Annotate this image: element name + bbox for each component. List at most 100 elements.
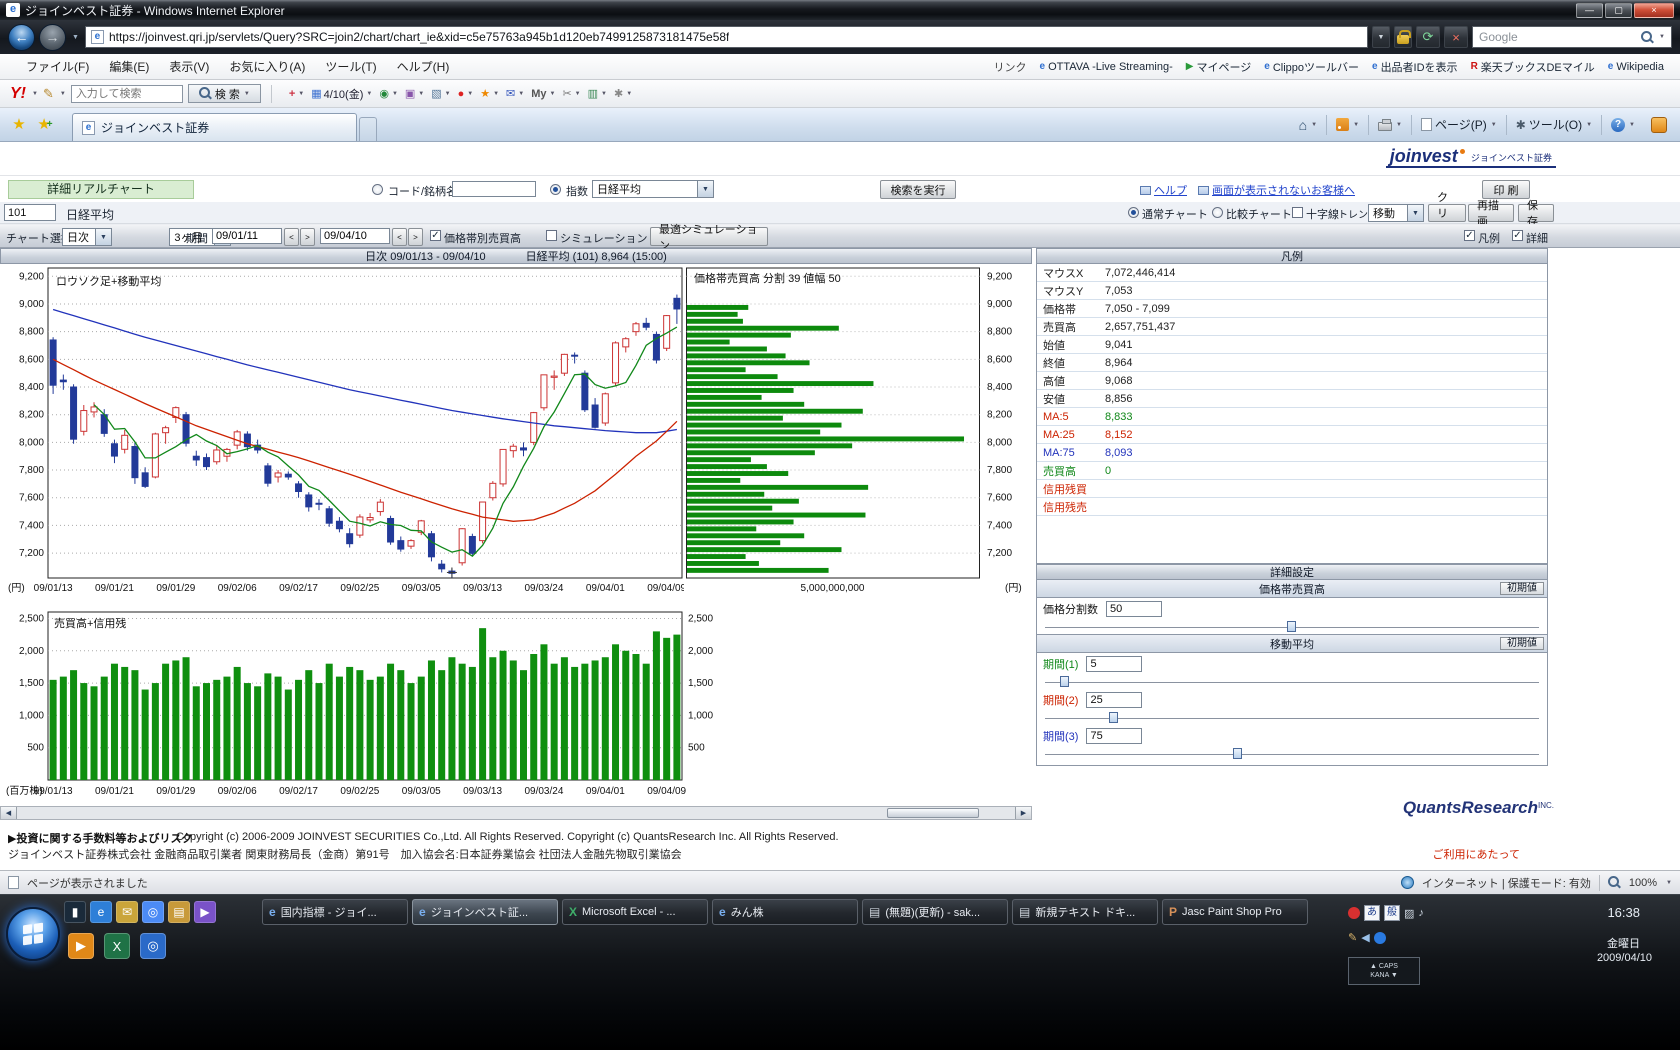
alert-icon[interactable]: ●▼ [458, 88, 474, 100]
price-band-volume-chart[interactable]: 7,2007,4007,6007,8008,0008,2008,4008,600… [686, 264, 1032, 606]
stop-button[interactable]: × [1444, 26, 1468, 48]
excel-icon[interactable]: X [104, 933, 130, 959]
yahoo-logo-dropdown-icon[interactable]: ▼ [32, 91, 38, 97]
detail-checkbox[interactable] [1512, 230, 1523, 241]
screenshot-icon[interactable]: ▧▼ [431, 87, 450, 100]
url-field[interactable]: e https://joinvest.qri.jp/servlets/Query… [85, 26, 1368, 48]
date-to-input[interactable] [320, 228, 390, 244]
ie-icon[interactable]: e [90, 901, 112, 923]
start-button[interactable] [6, 907, 60, 961]
favorites-link[interactable]: eClippoツールバー [1264, 59, 1359, 75]
pen-tray-icon[interactable]: ✎ [1348, 931, 1357, 944]
period-slider[interactable] [1045, 747, 1539, 761]
yahoo-search-dropdown-icon[interactable]: ▼ [244, 91, 250, 97]
volume-chart[interactable]: 5005001,0001,0001,5001,5002,0002,0002,50… [0, 606, 720, 806]
mail-icon[interactable]: ✉ [116, 901, 138, 923]
new-tab-stub[interactable] [359, 117, 377, 141]
feeds-button[interactable]: ▼ [1329, 113, 1366, 137]
period-input[interactable]: 5 [1086, 656, 1142, 672]
mail-icon[interactable]: ✉▼ [506, 87, 524, 100]
taskbar-button[interactable]: e国内指標 - ジョイ... [262, 899, 408, 925]
yahoo-search-input[interactable] [71, 85, 183, 103]
folder-icon[interactable]: ▤ [168, 901, 190, 923]
photo-icon[interactable]: ▥▼ [588, 87, 607, 100]
frequency-select[interactable]: 日次 [62, 228, 112, 246]
menu-item[interactable]: ヘルプ(H) [387, 57, 460, 77]
date-from-next-button[interactable]: > [300, 228, 315, 246]
zoom-dropdown-icon[interactable]: ▼ [1666, 880, 1672, 886]
period-input[interactable]: 25 [1086, 692, 1142, 708]
tab-joinvest[interactable]: e ジョインベスト証券 [72, 113, 357, 141]
favorites-center-button[interactable]: ★ [6, 111, 32, 137]
search-icon[interactable] [1641, 31, 1654, 44]
auctions-icon[interactable]: ◉▼ [379, 87, 398, 100]
ime-input-mode[interactable]: あ [1364, 905, 1380, 921]
candlestick-chart[interactable]: 7,2007,4007,6007,8008,0008,2008,4008,600… [0, 264, 684, 606]
favorites-link[interactable]: eOTTAVA -Live Streaming- [1040, 61, 1173, 73]
media-icon[interactable]: ▶ [194, 901, 216, 923]
bookmark-icon[interactable]: ★▼ [480, 87, 499, 100]
my-yahoo-icon[interactable]: My▼ [531, 88, 555, 100]
address-dropdown-button[interactable]: ▼ [1372, 26, 1390, 48]
save-button[interactable]: 保存 [1518, 204, 1554, 222]
add-favorite-button[interactable]: ★+ [32, 111, 58, 137]
favorites-link[interactable]: R楽天ブックスDEマイル [1471, 59, 1595, 75]
scroll-thumb[interactable] [887, 808, 980, 818]
yahoo-logo[interactable]: Y! [10, 85, 26, 103]
menu-item[interactable]: お気に入り(A) [219, 57, 315, 77]
redraw-button[interactable]: 再描画 [1468, 204, 1514, 222]
history-dropdown-icon[interactable]: ▼ [70, 34, 81, 41]
yahoo-services-icon[interactable]: +▼ [289, 88, 304, 100]
console-icon[interactable]: ▮ [64, 901, 86, 923]
date-from-prev-button[interactable]: < [284, 228, 299, 246]
search-dropdown-icon[interactable]: ▼ [1659, 34, 1665, 40]
slider-thumb[interactable] [1109, 712, 1118, 723]
clock-time[interactable]: 16:38 [1607, 905, 1640, 920]
clip-icon[interactable]: ✂▼ [562, 87, 580, 100]
trend-color-select[interactable]: 移動 [1368, 204, 1424, 222]
messenger-button[interactable] [1644, 113, 1674, 137]
clear-button[interactable]: クリア [1428, 204, 1466, 222]
index-select[interactable]: 日経平均 [592, 180, 714, 198]
forward-button[interactable]: → [39, 24, 66, 51]
compare-chart-radio[interactable] [1212, 207, 1223, 218]
antivirus-tray-icon[interactable] [1348, 907, 1360, 919]
calendar-icon[interactable]: ▦4/10(金)▼ [311, 86, 372, 102]
slider-thumb[interactable] [1060, 676, 1069, 687]
tools-menu-button[interactable]: ✱ツール(O)▼ [1509, 113, 1599, 137]
display-trouble-link[interactable]: 画面が表示されないお客様へ [1198, 182, 1355, 198]
split-count-input[interactable]: 50 [1106, 601, 1162, 617]
code-radio[interactable] [372, 184, 383, 195]
taskbar-button[interactable]: XMicrosoft Excel - ... [562, 899, 708, 925]
bluetooth-tray-icon[interactable] [1374, 932, 1386, 944]
search-input[interactable]: Google ▼ [1472, 26, 1672, 48]
legend-checkbox[interactable] [1464, 230, 1475, 241]
period-slider[interactable] [1045, 675, 1539, 689]
zoom-level[interactable]: 100% [1629, 877, 1657, 889]
ime-conversion-mode[interactable]: 般 [1384, 905, 1400, 921]
menu-item[interactable]: ツール(T) [315, 57, 386, 77]
page-menu-button[interactable]: ページ(P)▼ [1414, 113, 1504, 137]
slider-thumb[interactable] [1233, 748, 1242, 759]
back-button[interactable]: ← [8, 24, 35, 51]
help-button[interactable]: ?▼ [1604, 113, 1642, 137]
taskbar-button[interactable]: PJasc Paint Shop Pro [1162, 899, 1308, 925]
print-button[interactable]: ▼ [1371, 113, 1409, 137]
taskbar-button[interactable]: ▤新規テキスト ドキ... [1012, 899, 1158, 925]
menu-item[interactable]: 表示(V) [159, 57, 219, 77]
taskbar-button[interactable]: ▤(無題)(更新) - sak... [862, 899, 1008, 925]
pencil-dropdown-icon[interactable]: ▼ [60, 91, 66, 97]
scroll-right-icon[interactable]: ▶ [1015, 807, 1031, 819]
favorites-link[interactable]: e出品者IDを表示 [1372, 59, 1458, 75]
terms-link[interactable]: ご利用にあたって [1433, 846, 1520, 862]
volume-tray-icon[interactable]: ♪ [1418, 907, 1424, 919]
language-bar-icon[interactable]: ▨ [1404, 907, 1414, 920]
favorites-link[interactable]: ▶マイページ [1186, 59, 1251, 75]
chart-horizontal-scrollbar[interactable]: ◀ ▶ [0, 806, 1032, 820]
home-button[interactable]: ⌂▼ [1292, 113, 1324, 137]
code-input[interactable] [452, 181, 536, 197]
period-slider[interactable] [1045, 711, 1539, 725]
favorites-link[interactable]: eWikipedia [1608, 61, 1664, 73]
media-player-icon[interactable]: ▶ [68, 933, 94, 959]
normal-chart-radio[interactable] [1128, 207, 1139, 218]
